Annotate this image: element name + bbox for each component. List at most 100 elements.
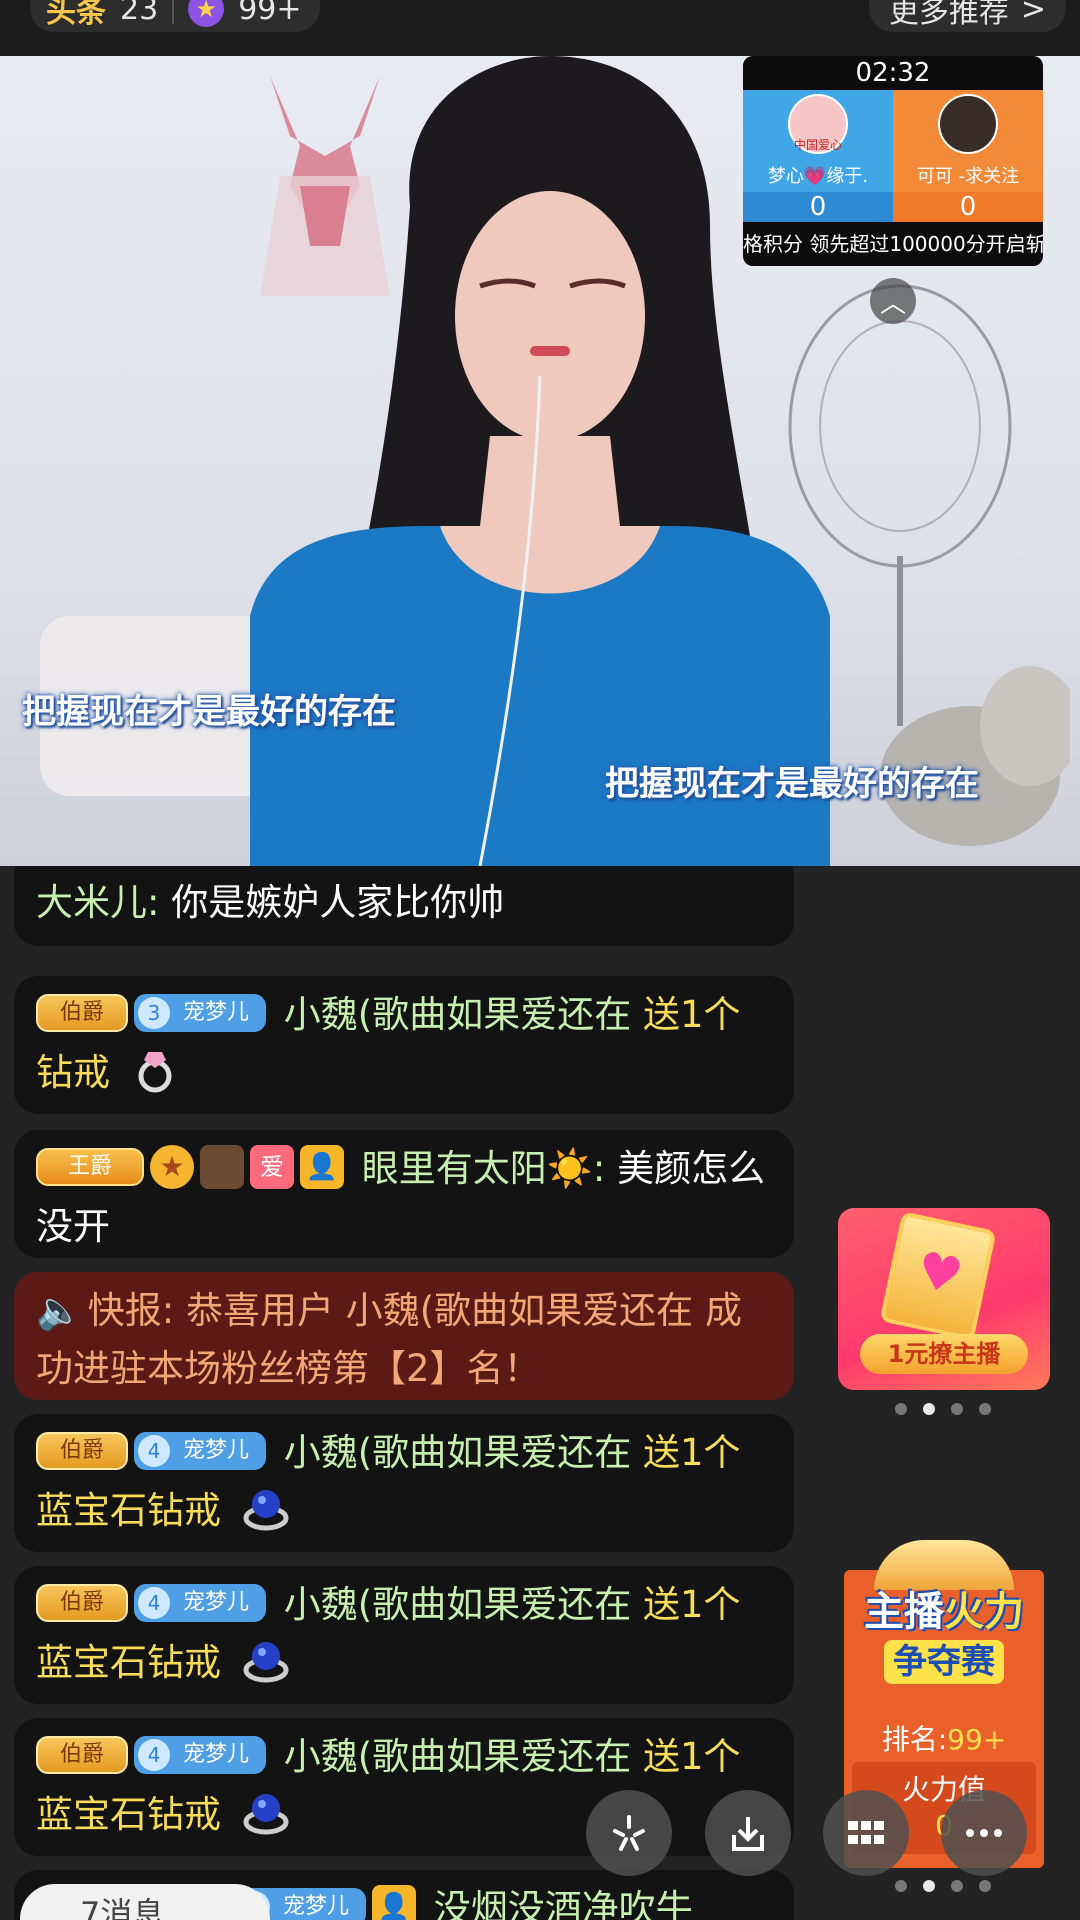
- grid-menu-button[interactable]: [823, 1790, 909, 1876]
- fan-club-name: 宠梦儿: [182, 999, 249, 1025]
- rank-badge: 王爵: [36, 1147, 144, 1186]
- carousel-dot: [979, 1403, 991, 1415]
- gift-action: 送1个: [631, 1735, 741, 1778]
- carousel-dot-active: [923, 1880, 935, 1892]
- heart-card-icon: ♥: [879, 1211, 997, 1341]
- pk-left-avatar-caption: 中国爱心: [793, 138, 842, 152]
- pk-left-name: 梦心💗缘于.: [767, 166, 869, 187]
- rank-badge: 伯爵: [36, 1431, 128, 1470]
- top-bar: 头条 23 ★ 99+ 更多推荐 >: [0, 0, 1080, 56]
- gift-name: 钻戒: [36, 1051, 110, 1094]
- carousel-dot: [951, 1880, 963, 1892]
- more-recommend-button[interactable]: 更多推荐 >: [868, 0, 1066, 32]
- pk-battle-panel[interactable]: 02:32 中国爱心 梦心💗缘于. 可可 -求关注 0 0 格积分 领先超过10…: [743, 56, 1043, 266]
- heart-icon: 3: [138, 996, 170, 1029]
- chat-message: 王爵 ★ 爱 👤 眼里有太阳☀️: 美颜怎么没开: [14, 1130, 794, 1258]
- chevron-up-icon[interactable]: ︿: [870, 278, 916, 324]
- rank-badge: 伯爵: [36, 1735, 128, 1774]
- share-button[interactable]: [586, 1790, 672, 1876]
- star-icon: ★: [188, 0, 225, 27]
- fan-club-name: 宠梦儿: [282, 1893, 349, 1919]
- user-icon: 👤: [300, 1144, 344, 1189]
- diamond-ring-icon: [138, 1051, 172, 1092]
- pk-right-score: 0: [893, 192, 1043, 222]
- download-icon: [732, 1817, 764, 1851]
- chat-username[interactable]: 小魏(歌曲如果爱还在: [284, 1735, 631, 1778]
- gift-name: 蓝宝石钻戒: [36, 1793, 221, 1836]
- speaker-icon: 🔈: [36, 1289, 83, 1332]
- contest-subtitle: 争夺赛: [884, 1640, 1004, 1684]
- chevron-right-icon: >: [1020, 0, 1046, 27]
- crown-decoration: [874, 1540, 1014, 1590]
- pk-left-host[interactable]: 中国爱心 梦心💗缘于.: [743, 90, 893, 192]
- chat-message: 伯爵 4 宠梦儿 小魏(歌曲如果爱还在 送1个 蓝宝石钻戒: [14, 1566, 794, 1704]
- contest-title: 主播火力: [864, 1589, 1024, 1635]
- pk-timer: 02:32: [743, 56, 1043, 90]
- carousel-dot: [979, 1880, 991, 1892]
- carousel-indicator: [895, 1880, 991, 1892]
- lyric-subtitle-right: 把握现在才是最好的存在: [605, 764, 979, 804]
- chat-username[interactable]: 小魏(歌曲如果爱还在: [284, 1431, 631, 1474]
- host-info-pill[interactable]: 头条 23 ★ 99+: [30, 0, 320, 32]
- carousel-dot-active: [923, 1403, 935, 1415]
- fan-club-badge: 4 宠梦儿: [134, 1431, 266, 1470]
- star-count: 99+: [238, 0, 302, 27]
- medal-icon: ★: [150, 1144, 194, 1189]
- chat-username[interactable]: 小魏(歌曲如果爱还在: [284, 993, 631, 1036]
- gift-name: 蓝宝石钻戒: [36, 1489, 221, 1532]
- spark-icon: [613, 1815, 645, 1851]
- headline-count: 23: [120, 0, 159, 27]
- chat-username[interactable]: 小魏(歌曲如果爱还在: [284, 1583, 631, 1626]
- one-yuan-tease-banner[interactable]: ♥ 1元撩主播: [838, 1208, 1050, 1390]
- chat-message: 伯爵 4 宠梦儿 小魏(歌曲如果爱还在 送1个 蓝宝石钻戒: [14, 1414, 794, 1552]
- messages-pill[interactable]: 7消息: [20, 1884, 270, 1920]
- chat-message: 伯爵 3 宠梦儿 小魏(歌曲如果爱还在 送1个 钻戒: [14, 976, 794, 1114]
- more-dots-icon: [966, 1829, 1002, 1837]
- chat-username[interactable]: 没烟没酒净吹牛: [434, 1887, 693, 1920]
- pk-marquee-text: 格积分 领先超过100000分开启斩: [743, 222, 1043, 266]
- fan-club-badge: 3 宠梦儿: [134, 993, 266, 1032]
- rank-badge: 伯爵: [36, 1583, 128, 1622]
- chat-username[interactable]: 眼里有太阳☀️:: [362, 1147, 606, 1190]
- pk-right-name: 可可 -求关注: [916, 166, 1020, 187]
- carousel-dot: [895, 1880, 907, 1892]
- headline-logo: 头条: [46, 0, 106, 30]
- grid-icon: [848, 1821, 884, 1844]
- news-flash-message: 🔈 快报: 恭喜用户 小魏(歌曲如果爱还在 成功进驻本场粉丝榜第【2】名！: [14, 1272, 794, 1400]
- chat-username[interactable]: 大米儿:: [36, 881, 159, 924]
- divider: [172, 0, 175, 24]
- fan-club-badge: 4 宠梦儿: [134, 1583, 266, 1622]
- contest-rank: 排名:99+: [881, 1723, 1007, 1756]
- carousel-indicator: [895, 1403, 991, 1415]
- avatar: [200, 1144, 244, 1189]
- sapphire-ring-icon: [243, 1641, 289, 1682]
- chat-list[interactable]: 大米儿: 你是嫉妒人家比你帅 伯爵 3 宠梦儿 小魏(歌曲如果爱还在 送1个 钻戒 …: [0, 866, 800, 1920]
- avatar: [938, 94, 998, 154]
- sapphire-ring-icon: [243, 1489, 289, 1530]
- gift-action: 送1个: [631, 1583, 741, 1626]
- download-button[interactable]: [705, 1790, 791, 1876]
- rank-badge: 伯爵: [36, 993, 128, 1032]
- chat-message: 伯爵 4 宠梦儿 小魏(歌曲如果爱还在 送1个 蓝宝石钻戒: [14, 1718, 794, 1856]
- fan-club-name: 宠梦儿: [182, 1589, 249, 1615]
- fan-club-name: 宠梦儿: [182, 1741, 249, 1767]
- gift-action: 送1个: [631, 1431, 741, 1474]
- carousel-dot: [951, 1403, 963, 1415]
- more-options-button[interactable]: [941, 1790, 1027, 1876]
- gift-name: 蓝宝石钻戒: [36, 1641, 221, 1684]
- carousel-dot: [895, 1403, 907, 1415]
- user-icon: 👤: [372, 1884, 416, 1920]
- fan-club-badge: 4 宠梦儿: [134, 1735, 266, 1774]
- sapphire-ring-icon: [243, 1793, 289, 1834]
- pk-left-score: 0: [743, 192, 893, 222]
- pk-right-host[interactable]: 可可 -求关注: [893, 90, 1043, 192]
- chat-text: 你是嫉妒人家比你帅: [159, 881, 505, 924]
- news-text: 快报: 恭喜用户 小魏(歌曲如果爱还在 成功进驻本场粉丝榜第【2】名！: [36, 1289, 742, 1390]
- heart-icon: 4: [138, 1586, 170, 1619]
- gift-action: 送1个: [631, 993, 741, 1036]
- more-recommend-label: 更多推荐: [888, 0, 1009, 30]
- heart-icon: 4: [138, 1434, 170, 1467]
- love-badge: 爱: [250, 1144, 294, 1189]
- chat-message: 大米儿: 你是嫉妒人家比你帅: [14, 866, 794, 946]
- lyric-subtitle-left: 把握现在才是最好的存在: [22, 692, 396, 732]
